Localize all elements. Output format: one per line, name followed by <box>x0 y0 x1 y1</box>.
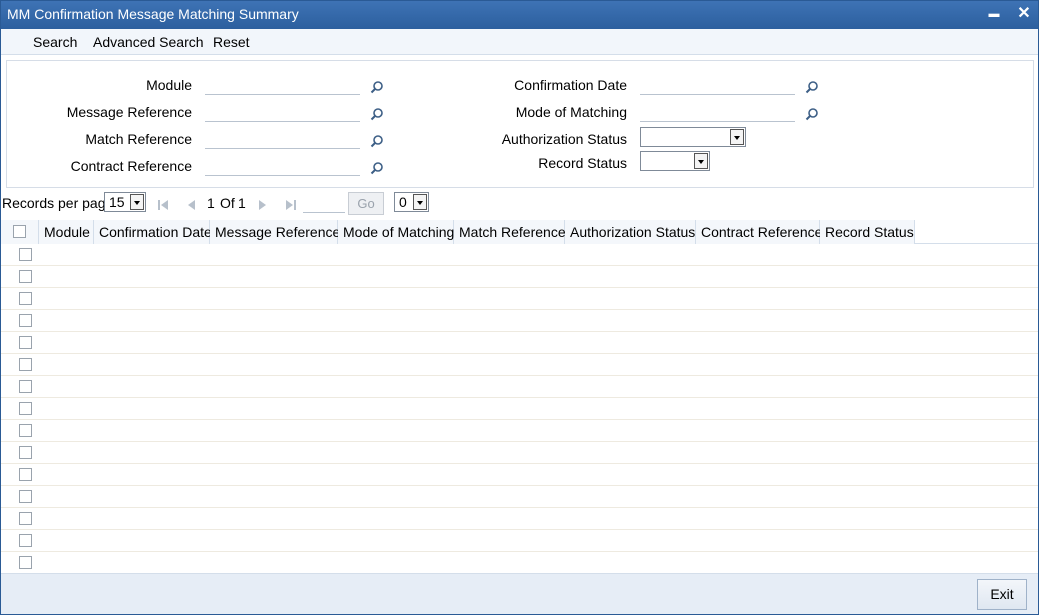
row-checkbox[interactable] <box>19 424 32 437</box>
table-row[interactable] <box>1 266 1038 288</box>
go-button[interactable]: Go <box>348 192 384 215</box>
table-row[interactable] <box>1 530 1038 552</box>
select-all-cell <box>1 220 39 244</box>
authorization-status-select[interactable] <box>640 127 746 147</box>
table-row[interactable] <box>1 244 1038 266</box>
module-input[interactable] <box>205 77 360 95</box>
chevron-down-icon[interactable] <box>694 153 708 169</box>
contract-reference-lookup-icon[interactable] <box>370 161 384 175</box>
table-row[interactable] <box>1 354 1038 376</box>
module-label: Module <box>146 77 192 93</box>
select-all-checkbox[interactable] <box>13 225 26 238</box>
table-row[interactable] <box>1 398 1038 420</box>
authorization-status-label: Authorization Status <box>501 131 627 147</box>
row-checkbox[interactable] <box>19 468 32 481</box>
row-checkbox[interactable] <box>19 380 32 393</box>
total-pages: 1 <box>238 195 246 211</box>
table-row[interactable] <box>1 508 1038 530</box>
row-checkbox[interactable] <box>19 446 32 459</box>
message-reference-label: Message Reference <box>66 104 192 120</box>
confirmation-date-label: Confirmation Date <box>514 77 627 93</box>
row-checkbox[interactable] <box>19 292 32 305</box>
row-checkbox[interactable] <box>19 270 32 283</box>
table-row[interactable] <box>1 310 1038 332</box>
current-page: 1 <box>207 195 215 211</box>
match-reference-input[interactable] <box>205 131 360 149</box>
records-per-page-select[interactable]: 15 <box>104 192 146 212</box>
records-per-page-value: 15 <box>109 194 125 210</box>
confirmation-date-input[interactable] <box>640 77 795 95</box>
title-bar: MM Confirmation Message Matching Summary… <box>1 1 1038 29</box>
column-header-contract-reference[interactable]: Contract Reference <box>696 220 822 244</box>
row-checkbox[interactable] <box>19 402 32 415</box>
previous-page-icon[interactable] <box>185 199 197 211</box>
chevron-down-icon[interactable] <box>730 129 744 145</box>
row-checkbox[interactable] <box>19 490 32 503</box>
advanced-search-menu-item[interactable]: Advanced Search <box>93 34 204 50</box>
column-header-message-reference[interactable]: Message Reference <box>210 220 340 244</box>
column-header-match-reference[interactable]: Match Reference <box>454 220 566 244</box>
column-header-mode-of-matching[interactable]: Mode of Matching <box>338 220 454 244</box>
row-checkbox[interactable] <box>19 556 32 569</box>
mode-of-matching-label: Mode of Matching <box>515 104 627 120</box>
match-reference-label: Match Reference <box>85 131 192 147</box>
table-row[interactable] <box>1 442 1038 464</box>
page-select[interactable]: 0 <box>394 192 429 212</box>
row-checkbox[interactable] <box>19 314 32 327</box>
table-row[interactable] <box>1 486 1038 508</box>
row-checkbox[interactable] <box>19 336 32 349</box>
table-row[interactable] <box>1 332 1038 354</box>
row-checkbox[interactable] <box>19 534 32 547</box>
table-row[interactable] <box>1 376 1038 398</box>
first-page-icon[interactable] <box>157 199 169 211</box>
column-header-authorization-status[interactable]: Authorization Status <box>565 220 696 244</box>
mode-of-matching-lookup-icon[interactable] <box>805 107 819 121</box>
next-page-icon[interactable] <box>257 199 269 211</box>
row-checkbox[interactable] <box>19 358 32 371</box>
row-checkbox[interactable] <box>19 248 32 261</box>
page-number-input[interactable] <box>303 194 345 213</box>
records-per-page-label: Records per page <box>2 195 114 211</box>
mode-of-matching-input[interactable] <box>640 104 795 122</box>
last-page-icon[interactable] <box>285 199 297 211</box>
grid-header: Module Confirmation Date Message Referen… <box>1 220 1038 244</box>
column-header-confirmation-date[interactable]: Confirmation Date <box>94 220 212 244</box>
window-title: MM Confirmation Message Matching Summary <box>7 6 299 22</box>
table-row[interactable] <box>1 552 1038 574</box>
footer-bar: Exit <box>1 573 1038 614</box>
search-criteria-panel: Module Message Reference Match Reference… <box>6 60 1034 188</box>
column-header-module[interactable]: Module <box>39 220 94 244</box>
table-row[interactable] <box>1 420 1038 442</box>
match-reference-lookup-icon[interactable] <box>370 134 384 148</box>
exit-button[interactable]: Exit <box>977 579 1027 610</box>
pagination-bar: Records per page 15 1 Of 1 Go 0 <box>1 191 1038 217</box>
confirmation-date-lookup-icon[interactable] <box>805 80 819 94</box>
of-label: Of <box>220 195 235 211</box>
module-lookup-icon[interactable] <box>370 80 384 94</box>
search-menu-item[interactable]: Search <box>33 34 77 50</box>
table-row[interactable] <box>1 288 1038 310</box>
minimize-icon[interactable]: ▬ <box>985 5 1003 23</box>
record-status-label: Record Status <box>538 155 627 171</box>
column-header-record-status[interactable]: Record Status <box>820 220 915 244</box>
message-reference-input[interactable] <box>205 104 360 122</box>
summary-window: MM Confirmation Message Matching Summary… <box>0 0 1039 615</box>
table-row[interactable] <box>1 464 1038 486</box>
contract-reference-input[interactable] <box>205 158 360 176</box>
chevron-down-icon[interactable] <box>130 194 144 210</box>
chevron-down-icon[interactable] <box>413 194 427 210</box>
reset-menu-item[interactable]: Reset <box>213 34 250 50</box>
row-checkbox[interactable] <box>19 512 32 525</box>
message-reference-lookup-icon[interactable] <box>370 107 384 121</box>
close-icon[interactable]: ✕ <box>1015 5 1033 23</box>
contract-reference-label: Contract Reference <box>70 158 192 174</box>
record-status-select[interactable] <box>640 151 710 171</box>
menu-bar: Search Advanced Search Reset <box>1 29 1038 55</box>
page-select-value: 0 <box>399 194 407 210</box>
